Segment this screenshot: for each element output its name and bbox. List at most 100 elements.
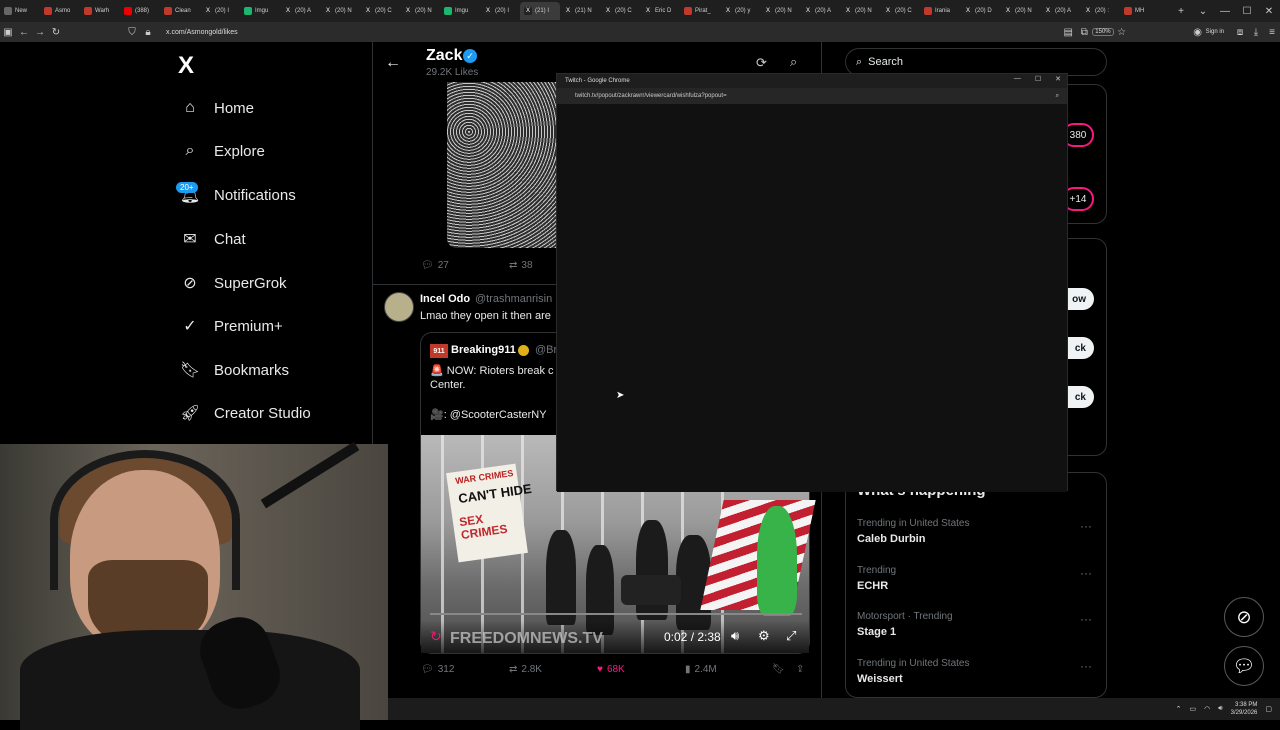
volume-icon[interactable]: 🔊︎ [731,628,739,644]
more-icon[interactable]: ··· [1080,566,1092,580]
shield-icon[interactable]: ⛉ [124,27,140,38]
post-handle[interactable]: @trashmanrisin [475,293,555,305]
browser-tab[interactable]: X (20) A [800,2,840,20]
browser-tab[interactable]: X (20) N [400,2,440,20]
browser-tab[interactable]: Clean [160,2,200,20]
browser-tab[interactable]: X Eric D [640,2,680,20]
minimize-icon[interactable]: — [1214,6,1236,17]
close-icon[interactable]: ✕ [1055,75,1061,83]
browser-tab[interactable]: Irania [920,2,960,20]
browser-tab[interactable]: X (21) I [520,2,560,20]
replay-icon[interactable]: ↻ [430,628,442,645]
maximize-icon[interactable]: ☐ [1236,6,1258,17]
browser-tab[interactable]: X (20) I [480,2,520,20]
volume-icon[interactable]: 🔊︎ [1218,705,1222,713]
nav-bookmarks[interactable]: 🔖︎ Bookmarks [180,355,289,385]
browser-tab[interactable]: X (20) N [1000,2,1040,20]
close-icon[interactable]: ✕ [1258,6,1280,17]
trend-name[interactable]: Weissert [857,673,903,685]
grok-fab-icon[interactable]: ⊘ [1224,597,1264,637]
browser-tab[interactable]: X (20) y [720,2,760,20]
browser-tab[interactable]: X (20) N [760,2,800,20]
post-image-crowd[interactable] [447,82,557,248]
reader-icon[interactable]: ▤ [1060,27,1076,38]
refresh-icon[interactable]: ⟳ [756,55,767,71]
reply-button[interactable]: 💬︎ 312 [421,664,454,675]
nav-home[interactable]: ⌂ Home [180,93,254,123]
fullscreen-icon[interactable]: ⤢ [786,628,796,644]
browser-tab[interactable]: X (20) D [960,2,1000,20]
views-button[interactable]: ▮ 2.4M [685,664,717,675]
account-icon[interactable]: ◉ [1190,27,1206,38]
chevron-up-icon[interactable]: ⌃ [1176,705,1182,713]
popup-address-bar[interactable]: twitch.tv/popout/zackrawrr/viewercard/wi… [557,88,1067,104]
minimize-icon[interactable]: — [1014,75,1021,83]
browser-tab[interactable]: X (20) N [840,2,880,20]
browser-tab[interactable]: X (20) C [360,2,400,20]
trend-name[interactable]: Caleb Durbin [857,533,925,545]
browser-tab[interactable]: (388) [120,2,160,20]
zoom-icon[interactable]: ⌕ [1056,93,1059,100]
back-arrow-icon[interactable]: ← [16,27,32,38]
pip-icon[interactable]: ⧉ [1076,27,1092,38]
browser-tab[interactable]: MH [1120,2,1160,20]
browser-tab[interactable]: X (20) I [200,2,240,20]
forward-arrow-icon[interactable]: → [32,27,48,38]
repost-button[interactable]: ⇄ 2.8K [509,664,542,675]
search-input[interactable]: ⌕ Search [845,48,1107,76]
new-tab-icon[interactable]: + [1170,6,1192,17]
star-icon[interactable]: ☆ [1114,27,1130,38]
twitch-popup-window[interactable]: Twitch - Google Chrome — ☐ ✕ twitch.tv/p… [556,73,1068,492]
post-author[interactable]: Incel Odo [420,293,470,305]
browser-tab[interactable]: Pirat_ [680,2,720,20]
chevron-down-icon[interactable]: ⌄ [1192,6,1214,17]
browser-tab[interactable]: Imgu [240,2,280,20]
sidebar-toggle-icon[interactable]: ▣ [0,27,16,38]
extensions-icon[interactable]: ⧈ [1232,27,1248,38]
search-icon[interactable]: ⌕ [790,54,797,70]
repost-button[interactable]: ⇄ 38 [509,260,533,271]
browser-tab[interactable]: Imgu [440,2,480,20]
back-arrow-icon[interactable]: ← [385,54,401,72]
more-icon[interactable]: ··· [1080,519,1092,533]
notification-center-icon[interactable]: ▢ [1265,705,1272,713]
share-icon[interactable]: ⇪ [796,664,804,675]
downloads-icon[interactable]: ⤓ [1248,27,1264,38]
browser-tab[interactable]: X (20) C [600,2,640,20]
nav-creator-studio[interactable]: 🚀︎ Creator Studio [180,398,311,428]
trend-name[interactable]: Stage 1 [857,626,896,638]
x-logo[interactable]: X [178,52,194,80]
more-icon[interactable]: ··· [1080,612,1092,626]
zoom-level[interactable]: 150% [1092,28,1114,36]
popup-titlebar[interactable]: Twitch - Google Chrome [557,74,1067,88]
reply-button[interactable]: 💬︎ 27 [421,260,449,271]
wifi-icon[interactable]: ◠ [1204,705,1210,713]
browser-tab[interactable]: X (20) A [1040,2,1080,20]
nav-premium[interactable]: ✓ Premium+ [180,311,282,341]
chat-fab-icon[interactable]: 💬︎ [1224,646,1264,686]
address-bar[interactable]: x.com/Asmongold/likes [166,29,238,36]
browser-tab[interactable]: X (20) C [880,2,920,20]
like-button[interactable]: ♥ 68K [597,664,625,675]
maximize-icon[interactable]: ☐ [1035,75,1041,83]
sign-in-button[interactable]: Sign in [1206,29,1224,35]
menu-icon[interactable]: ≡ [1264,27,1280,38]
nav-supergrok[interactable]: ⊘ SuperGrok [180,268,286,298]
gear-icon[interactable]: ⚙ [758,628,770,644]
nav-explore[interactable]: ⌕ Explore [180,136,265,166]
browser-tab[interactable]: Asmo [40,2,80,20]
avatar[interactable] [384,292,414,322]
video-progress-bar[interactable] [430,613,802,615]
browser-tab[interactable]: X (21) N [560,2,600,20]
clock[interactable]: 3:38 PM 3/29/2026 [1231,701,1258,717]
network-icon[interactable]: ▭ [1190,705,1197,713]
nav-chat[interactable]: ✉ Chat [180,224,245,254]
trend-name[interactable]: ECHR [857,580,888,592]
reload-icon[interactable]: ↻ [48,27,64,38]
browser-tab[interactable]: Warh [80,2,120,20]
browser-tab[interactable]: X (20) A [280,2,320,20]
more-icon[interactable]: ··· [1080,659,1092,673]
bookmark-icon[interactable]: 🔖︎ [772,664,785,675]
browser-tab[interactable]: New [0,2,40,20]
browser-tab[interactable]: X (20) : [1080,2,1120,20]
